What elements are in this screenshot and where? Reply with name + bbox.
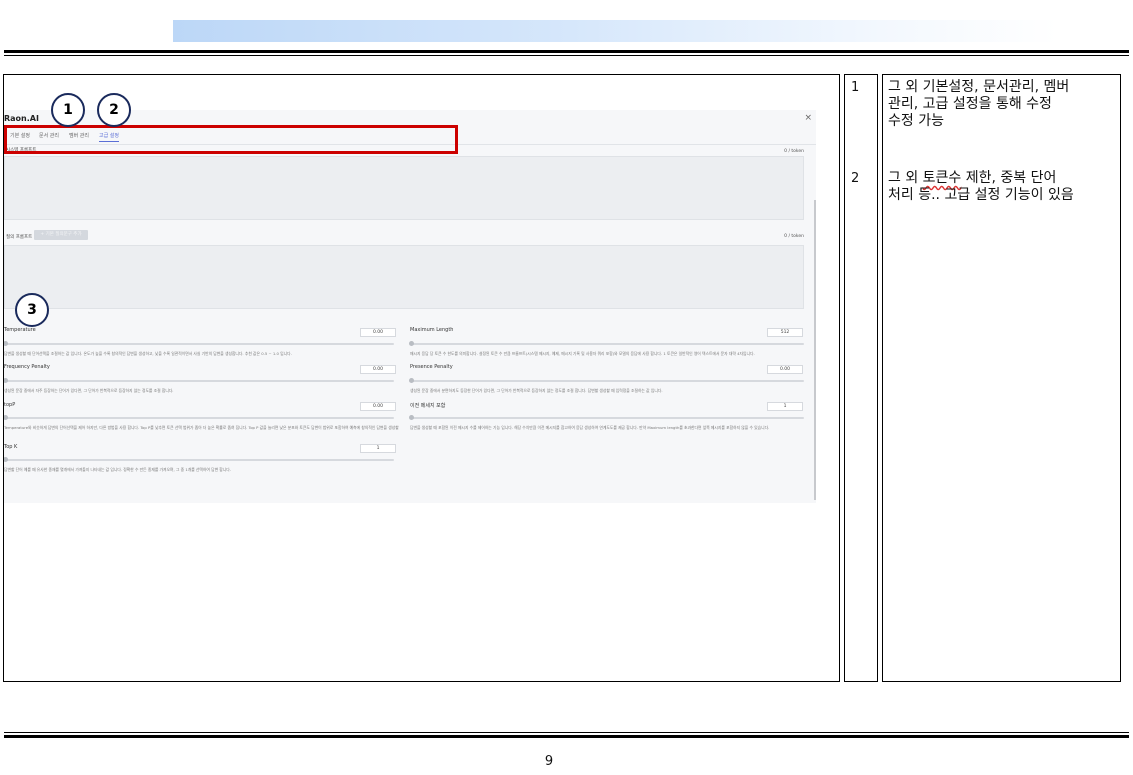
user-prompt-label: 질의 프롬프트 (6, 235, 33, 240)
param-desc-maximum-length: 매시지 응답 당 토큰 수 한도를 의미합니다. 설정된 토큰 수 만큼 프롬프… (410, 351, 755, 356)
param-input-topk[interactable]: 1 (360, 444, 396, 453)
header-rule-thick (4, 50, 1129, 53)
number-column-frame (844, 74, 878, 682)
param-desc-topp: Temperature와 비슷하게 답변의 단어선택을 제어 하지만, 다른 방… (4, 425, 399, 430)
param-label-topk: Top K (4, 444, 18, 450)
callout-marker-3: 3 (15, 293, 49, 327)
user-prompt-token-count: 0 / token (784, 234, 804, 239)
param-desc-temperature: 답변을 생성할 때 단어선택을 조절하는 값 입니다. 온도가 높을 수록 창의… (4, 351, 292, 356)
note-2-line-1-rest: 제한, 중복 단어 (961, 170, 1057, 186)
slider-handle[interactable] (409, 341, 414, 346)
slider-handle[interactable] (409, 415, 414, 420)
add-default-query-button[interactable]: + 기본 질의문구 추가 (34, 230, 88, 240)
tabs-highlight-box (4, 125, 458, 154)
close-icon[interactable]: × (804, 113, 812, 123)
slider-handle[interactable] (4, 415, 8, 420)
param-slider-topp[interactable] (4, 415, 394, 420)
param-desc-frequency-penalty: 생성된 문장 중에서 자주 등장하는 단어가 있다면, 그 단어가 반복적으로 … (4, 388, 174, 393)
page-number: 9 (544, 754, 554, 769)
param-label-frequency-penalty: Frequency Penalty (4, 364, 50, 370)
note-text-2: 그 외 토큰수 제한, 중복 단어 처리 등.. 고급 설정 기능이 있음 (888, 170, 1114, 204)
note-number-1: 1 (851, 80, 860, 95)
param-slider-frequency-penalty[interactable] (4, 378, 394, 383)
param-label-temperature: Temperature (4, 327, 36, 333)
param-slider-presence-penalty[interactable] (409, 378, 804, 383)
param-input-frequency-penalty[interactable]: 0.00 (360, 365, 396, 374)
param-label-previous-messages: 이전 메세지 포함 (410, 403, 446, 409)
param-desc-topk: 답변할 단어 예를 때 유사한 종재를 몇개에서 가져올지 나타내는 값 입니다… (4, 467, 231, 472)
app-title: Raon.AI (4, 114, 39, 123)
note-1-line-1: 그 외 기본설정, 문서관리, 멤버 (888, 79, 1070, 95)
header-rule-thin (4, 55, 1129, 56)
callout-marker-1: 1 (51, 93, 85, 127)
param-slider-previous-messages[interactable] (409, 415, 804, 420)
param-slider-maximum-length[interactable] (409, 341, 804, 346)
note-1-line-3: 수정 가능 (888, 113, 944, 129)
scrollbar[interactable] (814, 200, 816, 500)
param-label-presence-penalty: Presence Penalty (410, 364, 453, 370)
param-input-topp[interactable]: 0.00 (360, 402, 396, 411)
param-label-topp: topP (4, 402, 16, 408)
description-column-frame (882, 74, 1121, 682)
param-input-maximum-length[interactable]: 512 (767, 328, 803, 337)
note-2-line-2: 처리 등.. 고급 설정 기능이 있음 (888, 187, 1074, 203)
note-2-misspelled-word: 토큰수 (922, 170, 962, 186)
note-number-2: 2 (851, 171, 860, 186)
note-2-line-1: 그 외 토큰수 제한, 중복 단어 (888, 170, 1114, 187)
param-input-previous-messages[interactable]: 1 (767, 402, 803, 411)
embedded-app-screenshot: Raon.AI × 기본 설정 문서 관리 멤버 관리 고급 설정 시스템 프롬… (4, 110, 816, 503)
note-2-prefix: 그 외 (888, 170, 923, 186)
param-input-presence-penalty[interactable]: 0.00 (767, 365, 803, 374)
system-prompt-textarea[interactable] (4, 156, 804, 220)
slider-handle[interactable] (4, 457, 8, 462)
param-label-maximum-length: Maximum Length (410, 327, 454, 333)
param-slider-topk[interactable] (4, 457, 394, 462)
param-slider-temperature[interactable] (4, 341, 394, 346)
footer-rule-thick (4, 735, 1129, 738)
footer-rule-thin (4, 732, 1129, 733)
param-desc-previous-messages: 답변을 생성할 때 포함된 이전 메시지 수를 제어하는 기능 입니다. 해당 … (410, 425, 770, 430)
header-gradient-band (173, 20, 1058, 42)
param-input-temperature[interactable]: 0.00 (360, 328, 396, 337)
slider-handle[interactable] (4, 341, 8, 346)
user-prompt-textarea[interactable] (4, 245, 804, 309)
system-prompt-token-count: 0 / token (784, 149, 804, 154)
note-1-line-2: 관리, 고급 설정을 통해 수정 (888, 96, 1052, 112)
param-desc-presence-penalty: 생성된 문장 중에서 분면하지도 등장한 단어가 있다면, 그 단어가 반복적으… (410, 388, 663, 393)
slider-handle[interactable] (4, 378, 8, 383)
callout-marker-2: 2 (97, 93, 131, 127)
note-text-1: 그 외 기본설정, 문서관리, 멤버 관리, 고급 설정을 통해 수정 수정 가… (888, 79, 1114, 130)
slider-handle[interactable] (409, 378, 414, 383)
